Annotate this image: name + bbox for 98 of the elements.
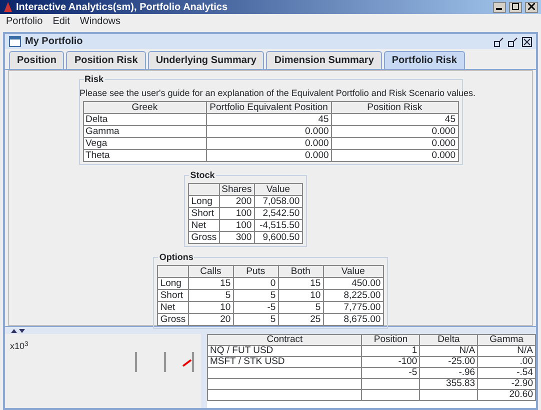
table-cell: 100 [219,219,254,231]
column-header: Contract [208,334,362,346]
table-cell: NQ / FUT USD [208,346,362,356]
table-cell: 300 [219,231,254,243]
table-cell: Gross [158,313,188,325]
table-cell: MSFT / STK USD [208,356,362,368]
table-cell: -100 [362,356,420,368]
table-cell: -4,515.50 [254,219,302,231]
table-cell: N/A [420,346,478,356]
table-cell: 9,600.50 [254,231,302,243]
table-cell: Long [158,277,188,289]
table-cell: 0.000 [206,137,332,149]
table-cell: 0.000 [331,137,458,149]
menu-item[interactable]: Portfolio [6,14,43,29]
table-cell: 1 [362,346,420,356]
column-header: Both [278,265,324,277]
table-cell: N/A [478,346,536,356]
maximize-icon [512,3,519,10]
table-cell: 0.000 [206,149,332,161]
table-cell: Theta [83,149,206,161]
app-icon [3,2,13,12]
tab[interactable]: Position Risk [66,51,146,69]
table-cell: 25 [278,313,324,325]
table-cell: Net [158,301,188,313]
tab[interactable]: Portfolio Risk [384,51,465,69]
tab[interactable]: Position [9,51,64,69]
table-cell: 200 [219,195,254,207]
table-cell: 15 [278,277,324,289]
table-cell: Net [188,219,220,231]
minimize-button[interactable] [494,36,504,46]
column-header: Puts [233,265,278,277]
risk-note: Please see the user's guide for an explanation of the Equivalent Portfolio and Risk Scenario values. [80,87,476,100]
table-cell: 10 [278,289,324,301]
column-header: Portfolio Equivalent Position [206,101,332,113]
table-cell: 7,058.00 [254,195,302,207]
close-button[interactable] [525,2,538,12]
table-cell: -2.90 [478,378,536,390]
table-cell: 5 [233,289,278,301]
arrow-icon[interactable] [11,328,25,333]
tab[interactable]: Dimension Summary [266,51,382,69]
table-cell: Gross [188,231,220,243]
table-cell: Gamma [83,125,206,137]
table-cell: 20 [188,313,234,325]
frame-title: My Portfolio [25,35,84,49]
header-cell [188,183,220,195]
table-cell: 2,542.50 [254,207,302,219]
column-header: Value [323,265,384,277]
table-cell: Short [188,207,220,219]
table-cell: 45 [206,113,332,125]
axis-label: x10$^{3}$ [10,340,28,353]
table-cell: Short [158,289,188,301]
column-header: Calls [188,265,234,277]
header-cell [158,265,188,277]
table-cell: 0.000 [331,149,458,161]
table-cell: Delta [83,113,206,125]
table-cell: 0 [233,277,278,289]
group-title: Options [158,250,194,264]
table-cell: 5 [278,301,324,313]
column-header: Delta [420,334,478,346]
table-cell: Vega [83,137,206,149]
table-cell: 8,225.00 [323,289,384,301]
table-cell: 0.000 [206,125,332,137]
column-header: Shares [219,183,254,195]
window-title: Interactive Analytics(sm), Portfolio Analytics [16,0,229,14]
menu-item[interactable]: Windows [80,14,120,29]
table-cell: 20.60 [478,390,536,400]
table-cell: -25.00 [420,356,478,368]
table-cell: 5 [233,313,278,325]
close-button[interactable] [522,36,532,46]
table-cell: 100 [219,207,254,219]
table-cell: 10 [188,301,234,313]
table-cell: 0.000 [331,125,458,137]
table-cell: 450.00 [323,277,384,289]
maximize-button[interactable] [508,36,518,46]
column-header: Gamma [478,334,536,346]
table-cell: -5 [233,301,278,313]
minimize-button[interactable] [493,2,506,12]
table-cell: -5 [362,368,420,378]
table-cell: -.54 [478,368,536,378]
table-cell: 7,775.00 [323,301,384,313]
window-icon [9,36,21,47]
table-cell: 15 [188,277,234,289]
tab[interactable]: Underlying Summary [148,51,264,69]
table-cell: 5 [188,289,234,301]
chart-drawing [135,352,195,372]
column-header: Position [362,334,420,346]
table-cell: -.96 [420,368,478,378]
menu-item[interactable]: Edit [52,14,70,29]
maximize-button[interactable] [509,2,522,12]
table-cell: 45 [331,113,458,125]
column-header: Value [254,183,302,195]
close-icon [528,3,535,10]
column-header: Greek [83,101,206,113]
table-cell: Long [188,195,220,207]
table-cell: 355.83 [420,378,478,390]
table-cell: .00 [478,356,536,368]
table-cell: 8,675.00 [323,313,384,325]
column-header: Position Risk [331,101,458,113]
